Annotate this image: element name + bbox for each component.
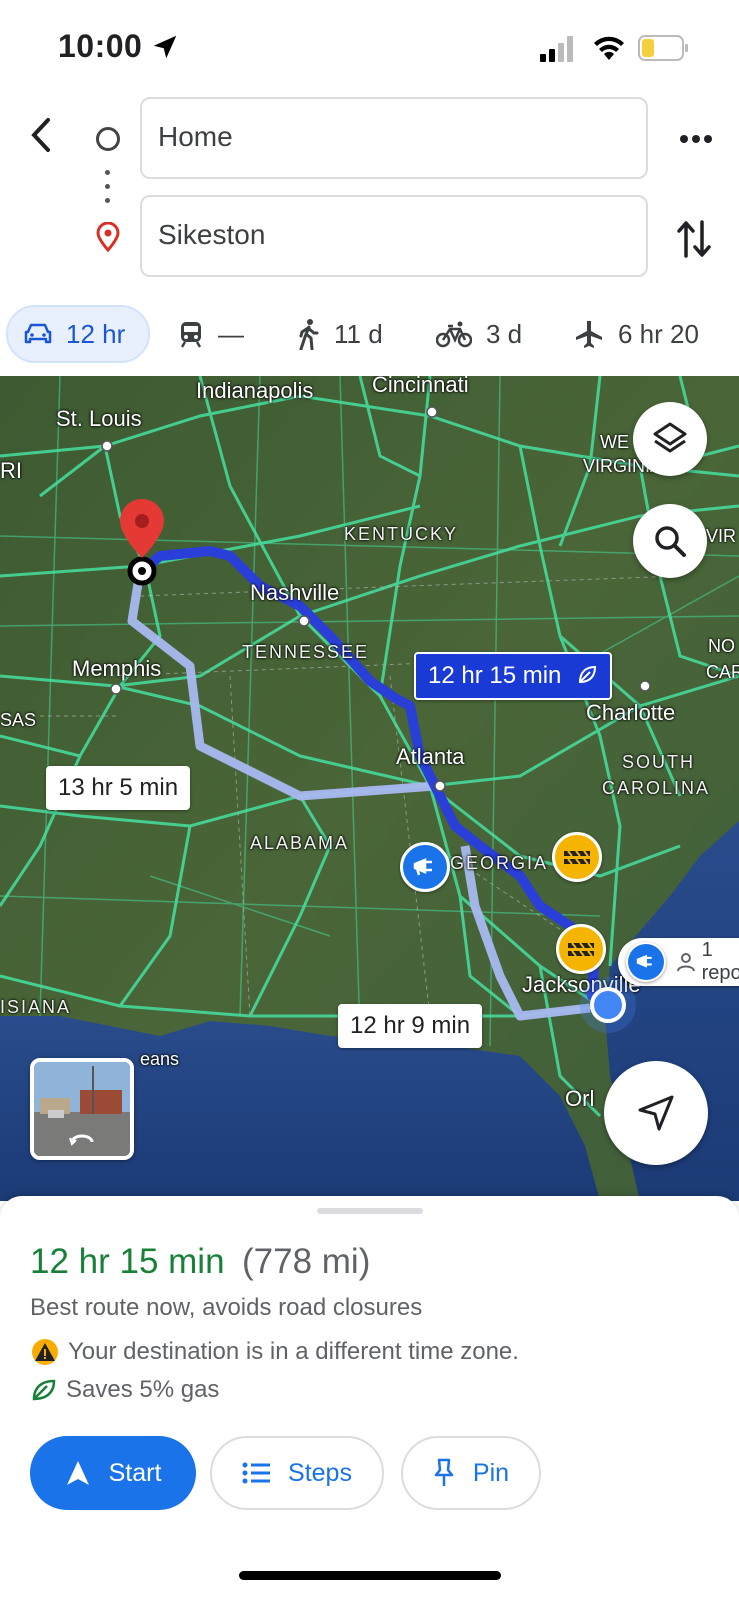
recenter-button[interactable]	[604, 1061, 708, 1165]
origin-input-value: Home	[158, 121, 233, 152]
destination-input[interactable]: Sikeston	[140, 195, 648, 277]
gas-savings-text: Saves 5% gas	[66, 1376, 220, 1403]
map-label-vir: VIR	[706, 526, 737, 546]
route-description: Best route now, avoids road closures	[30, 1294, 423, 1321]
tab-bike-label: 3 d	[486, 318, 523, 349]
tab-drive[interactable]: 12 hr	[6, 305, 150, 363]
timezone-warning-text: Your destination is in a different time …	[68, 1338, 519, 1365]
route-badge-alt-1-text: 13 hr 5 min	[58, 774, 179, 801]
status-time: 10:00	[58, 28, 143, 64]
map-label-ri: RI	[0, 458, 22, 483]
search-button[interactable]	[633, 504, 707, 578]
tab-walk[interactable]: 11 d	[296, 305, 383, 363]
route-badge-alt-1[interactable]: 13 hr 5 min	[46, 766, 191, 810]
map-label-no: NO	[708, 636, 735, 656]
route-badge-alt-2[interactable]: 12 hr 9 min	[338, 1004, 483, 1048]
route-eta: 12 hr 15 min	[30, 1242, 225, 1281]
map-view[interactable]: Indianapolis Cincinnati St. Louis RI WE …	[0, 376, 739, 1201]
tab-bike[interactable]: 3 d	[436, 305, 522, 363]
construction-icon[interactable]	[556, 924, 606, 974]
navigation-arrow-icon	[638, 1095, 674, 1131]
navigation-arrow-icon	[66, 1461, 89, 1485]
sheet-drag-handle[interactable]	[317, 1208, 423, 1214]
origin-input[interactable]: Home	[140, 97, 648, 179]
battery-icon	[638, 35, 688, 61]
back-button[interactable]	[22, 110, 62, 160]
airplane-icon	[576, 321, 602, 348]
map-label-we: WE	[600, 432, 629, 452]
warning-icon	[32, 1339, 58, 1365]
layers-icon	[653, 422, 687, 453]
report-pill[interactable]: 1 repo	[618, 938, 739, 986]
person-icon	[676, 953, 695, 972]
bike-icon	[436, 321, 472, 348]
search-icon	[655, 526, 686, 557]
street-view-thumbnail[interactable]	[30, 1058, 134, 1160]
destination-pin-icon	[96, 222, 120, 252]
map-label-alabama: ALABAMA	[250, 833, 350, 853]
map-label-memphis: Memphis	[72, 656, 162, 681]
leaf-icon	[32, 1379, 56, 1401]
swap-icon[interactable]	[676, 218, 712, 260]
map-label-kentucky: KENTUCKY	[344, 524, 459, 544]
start-button-label: Start	[108, 1458, 162, 1487]
construction-icon[interactable]	[552, 832, 602, 882]
tab-flight[interactable]: 6 hr 20	[574, 305, 699, 363]
map-label-indianapolis: Indianapolis	[196, 378, 314, 403]
layers-button[interactable]	[633, 402, 707, 476]
map-label-carolina: CAROLINA	[602, 778, 711, 798]
route-distance: (778 mi)	[242, 1242, 371, 1281]
map-label-sas: SAS	[0, 710, 37, 730]
map-label-charlotte: Charlotte	[586, 700, 676, 725]
status-bar: 10:00	[0, 0, 739, 96]
tab-flight-label: 6 hr 20	[618, 318, 699, 349]
travel-mode-tabs: 12 hr — 11 d 3 d 6 hr 20	[0, 305, 739, 365]
police-report-icon	[626, 942, 666, 982]
car-icon	[24, 323, 52, 344]
signal-icon	[540, 36, 573, 62]
timezone-warning: Your destination is in a different time …	[30, 1338, 519, 1366]
map-label-car: CAR	[706, 662, 739, 682]
steps-button[interactable]: Steps	[210, 1436, 384, 1510]
map-label-orl: Orl	[565, 1086, 595, 1111]
map-label-nashville: Nashville	[250, 580, 340, 605]
steps-button-label: Steps	[288, 1458, 352, 1487]
leaf-icon	[579, 665, 597, 684]
pin-button[interactable]: Pin	[401, 1436, 541, 1510]
map-label-tennessee: TENNESSEE	[242, 642, 370, 662]
map-label-cincinnati: Cincinnati	[372, 376, 469, 397]
map-label-georgia: GEORGIA	[450, 853, 549, 873]
police-report-icon[interactable]	[400, 842, 450, 892]
pin-button-label: Pin	[472, 1458, 510, 1487]
map-label-south: SOUTH	[622, 752, 695, 772]
train-icon	[180, 322, 202, 348]
route-badge-primary[interactable]: 12 hr 15 min	[414, 652, 613, 700]
current-location-dot	[590, 987, 626, 1023]
pushpin-icon	[434, 1458, 454, 1486]
route-badge-alt-2-text: 12 hr 9 min	[350, 1012, 471, 1039]
map-label-eans: eans	[140, 1049, 180, 1069]
tab-transit-label: —	[218, 318, 244, 349]
tab-drive-label: 12 hr	[66, 318, 126, 349]
start-button[interactable]: Start	[30, 1436, 196, 1510]
report-pill-text: 1 repo	[701, 939, 739, 984]
route-dots-icon	[105, 170, 111, 204]
map-label-isiana: ISIANA	[0, 997, 72, 1017]
walk-icon	[299, 319, 319, 350]
route-badge-primary-text: 12 hr 15 min	[428, 662, 562, 689]
tab-transit[interactable]: —	[178, 305, 244, 363]
origin-circle-icon	[96, 127, 120, 151]
map-label-atlanta: Atlanta	[396, 744, 465, 769]
list-icon	[242, 1462, 271, 1484]
map-label-st-louis: St. Louis	[56, 406, 142, 431]
gas-savings: Saves 5% gas	[30, 1376, 219, 1404]
location-arrow-icon	[153, 35, 177, 59]
route-summary-sheet: 12 hr 15 min (778 mi) Best route now, av…	[0, 1196, 739, 1599]
destination-input-value: Sikeston	[158, 219, 266, 250]
wifi-icon	[594, 36, 624, 60]
more-options-icon[interactable]	[676, 124, 716, 154]
tab-walk-label: 11 d	[334, 318, 383, 349]
home-indicator[interactable]	[239, 1571, 501, 1580]
